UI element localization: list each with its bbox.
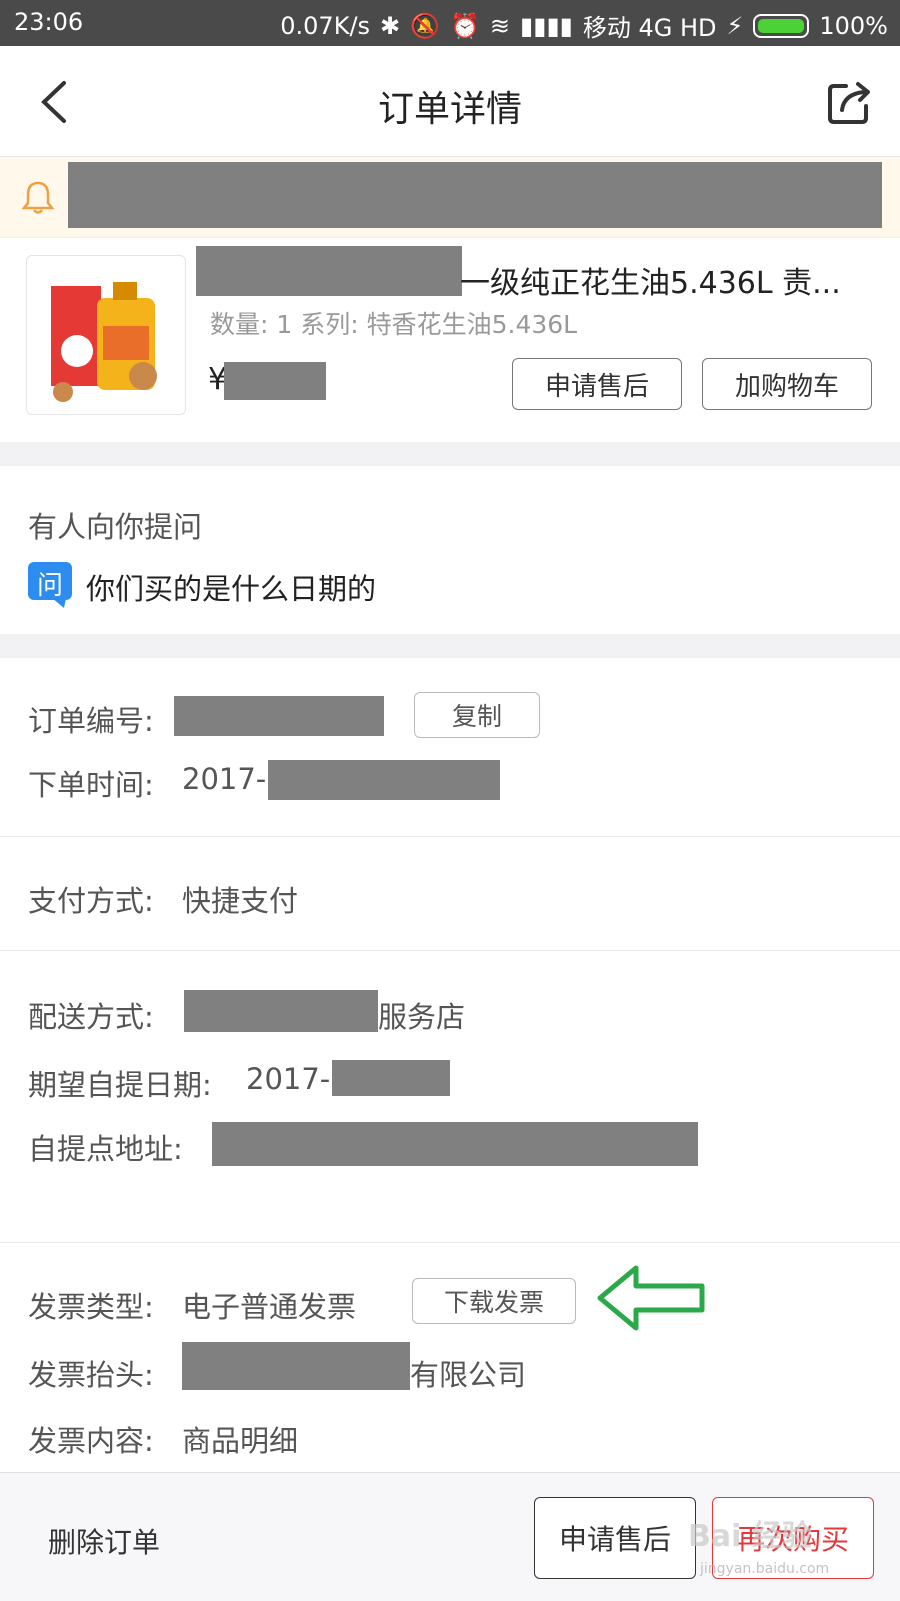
invoice-content-value: 商品明细 [182,1424,299,1458]
payment-value: 快捷支付 [182,884,299,918]
product-after-sale-button[interactable]: 申请售后 [512,358,682,410]
alarm-icon: ⏰ [450,11,480,40]
payment-label: 支付方式: [28,884,154,918]
peanut-oil-image [51,282,157,402]
add-to-cart-button[interactable]: 加购物车 [702,358,872,410]
divider [0,950,900,951]
bluetooth-icon: ✱ [380,11,401,40]
copy-button[interactable]: 复制 [414,692,540,738]
mute-icon: 🔕 [410,11,441,40]
product-spec: 数量: 1 系列: 特香花生油5.436L [210,310,578,339]
share-button[interactable] [820,72,880,132]
download-invoice-button[interactable]: 下载发票 [412,1278,576,1324]
footer-after-sale-button[interactable]: 申请售后 [534,1497,696,1579]
charging-icon: ⚡ [726,11,744,40]
arrow-left-icon [597,1265,705,1331]
divider [0,836,900,837]
watermark: Bai 经验 [688,1519,812,1554]
pickup-date-prefix: 2017- [246,1062,331,1096]
pickup-date-label: 期望自提日期: [28,1068,212,1102]
question-badge-icon: 问 [28,562,72,608]
invoice-type-label: 发票类型: [28,1290,154,1324]
nav-header: 订单详情 [0,46,900,157]
bell-icon [22,181,54,214]
signal-icon: ▮▮▮▮ [520,11,573,40]
question-card[interactable] [0,466,900,634]
invoice-title-redacted [182,1342,410,1390]
page-title: 订单详情 [377,89,522,130]
order-time-redacted [268,760,500,800]
question-badge-text: 问 [36,571,63,601]
delivery-method-label: 配送方式: [28,1000,154,1034]
pickup-address-label: 自提点地址: [28,1132,183,1166]
product-title-redacted [196,246,462,296]
invoice-title-suffix: 有限公司 [410,1358,527,1392]
delete-order-button[interactable]: 删除订单 [48,1521,160,1561]
battery-percent: 100% [819,11,888,40]
status-time: 23:06 [14,8,84,36]
question-text[interactable]: 你们买的是什么日期的 [86,566,376,608]
price-redacted [224,362,326,400]
order-time-label: 下单时间: [28,768,154,802]
wifi-icon: ≋ [489,11,511,40]
pickup-address-redacted [212,1122,698,1166]
network-speed: 0.07K/s [280,11,371,40]
order-number-redacted [174,696,384,736]
carrier-label: 移动 4G HD [582,14,717,42]
share-icon [828,82,870,124]
invoice-content-label: 发票内容: [28,1424,154,1458]
bottom-action-bar: 删除订单 申请售后 再次购买 Bai 经验 jingyan.baidu.com [0,1472,900,1601]
delivery-method-suffix: 服务店 [378,1000,466,1034]
notice-bar [0,157,900,238]
product-title[interactable]: 一级纯正花生油5.436L 责... [460,258,841,302]
invoice-type-value: 电子普通发票 [182,1290,357,1324]
notice-redacted [68,162,882,228]
status-bar: 23:06 0.07K/s ✱ 🔕 ⏰ ≋ ▮▮▮▮ 移动 4G HD ⚡ 10… [0,0,900,46]
delivery-method-redacted [184,990,378,1032]
question-heading: 有人向你提问 [28,510,203,544]
product-thumbnail[interactable] [26,255,186,415]
pickup-date-redacted [332,1060,450,1096]
order-time-prefix: 2017- [182,762,267,796]
order-number-label: 订单编号: [28,704,154,738]
divider [0,1242,900,1243]
invoice-title-label: 发票抬头: [28,1358,154,1392]
watermark-sub: jingyan.baidu.com [700,1561,830,1577]
battery-icon [753,13,810,38]
status-icons: 0.07K/s ✱ 🔕 ⏰ ≋ ▮▮▮▮ 移动 4G HD ⚡ 100% [280,8,888,43]
